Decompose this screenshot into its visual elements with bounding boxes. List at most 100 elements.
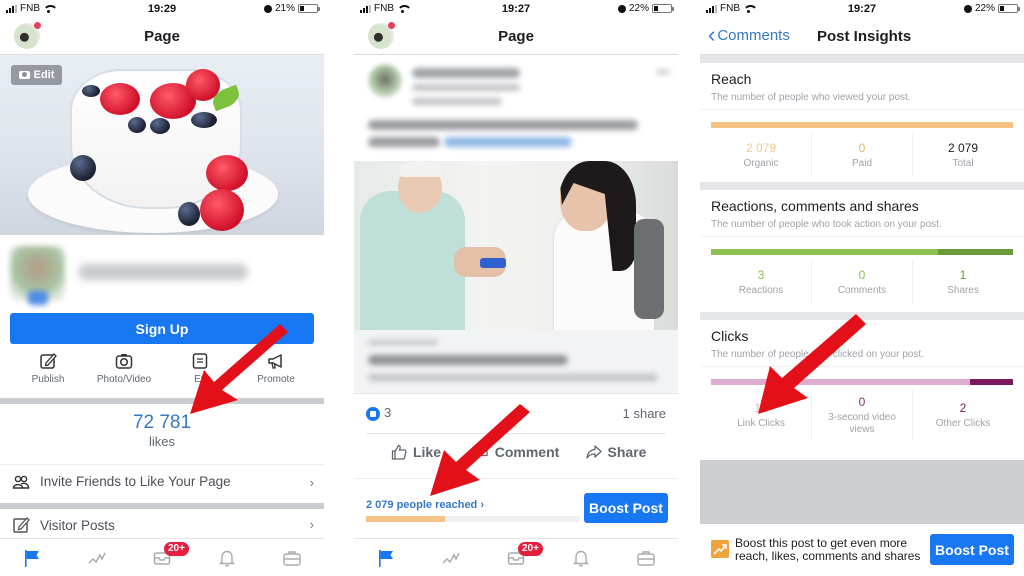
promote-button[interactable]: Promote: [238, 346, 314, 394]
link-domain-blurred: [368, 340, 438, 345]
stat-comments: 0 Comments: [812, 260, 913, 304]
trending-up-icon: [711, 540, 729, 558]
bar-segment: [969, 379, 1013, 385]
tab-page[interactable]: [0, 539, 65, 576]
back-button[interactable]: ‹ Comments: [708, 21, 790, 47]
tab-inbox[interactable]: 20+: [130, 539, 195, 576]
tab-insights[interactable]: [65, 539, 130, 576]
comment-button[interactable]: Comment: [466, 434, 566, 469]
insights-icon: [88, 552, 106, 564]
stat-label: Shares: [947, 285, 979, 296]
stat-value: 1: [959, 268, 967, 282]
nav-bar: Page: [0, 18, 324, 55]
stat-label: Reactions: [738, 285, 784, 296]
nav-bar: ‹ Comments Post Insights: [700, 18, 1024, 55]
page-name-blurred: [78, 264, 248, 280]
compose-icon: [40, 353, 57, 369]
divider: [700, 236, 1024, 237]
clicks-breakdown-bar: [711, 379, 1013, 385]
promote-label: Promote: [257, 374, 295, 385]
sign-up-button[interactable]: Sign Up: [10, 313, 314, 344]
stat-label: 3-second video views: [828, 412, 896, 435]
tab-notifications[interactable]: [194, 539, 259, 576]
section-divider: [0, 398, 324, 404]
section-subtitle: The number of people who took action on …: [711, 219, 942, 230]
divider: [700, 366, 1024, 367]
section-title: Clicks: [711, 328, 749, 344]
section-subtitle: The number of people who clicked on your…: [711, 349, 924, 360]
like-label: Like: [412, 443, 441, 460]
post-author-avatar[interactable]: [368, 64, 402, 98]
blueberry: [191, 112, 217, 128]
tab-tools[interactable]: [259, 539, 324, 576]
bar-segment: [711, 249, 938, 255]
profile-picture[interactable]: [10, 246, 65, 305]
megaphone-icon: [268, 354, 282, 369]
battery-percent: 21%: [274, 3, 295, 14]
alarm-icon: [617, 4, 626, 13]
boost-post-button[interactable]: Boost Post: [584, 493, 668, 523]
stat-shares: 1 Shares: [913, 260, 1013, 304]
invite-friends-label: Invite Friends to Like Your Page: [40, 474, 231, 489]
pill-box: [480, 258, 506, 268]
visitor-posts-label: Visitor Posts: [40, 517, 115, 533]
visitor-posts-row[interactable]: Visitor Posts ›: [0, 512, 324, 538]
raspberry: [200, 189, 244, 231]
alarm-icon: [263, 4, 272, 13]
battery-icon: [652, 4, 674, 13]
post-image[interactable]: [354, 161, 678, 330]
briefcase-icon: [636, 550, 655, 566]
cover-photo: Edit: [0, 55, 324, 235]
stat-reactions: 3 Reactions: [711, 260, 812, 304]
photo-video-label: Photo/Video: [96, 374, 152, 385]
reach-progress-bar: [366, 516, 580, 522]
nav-title: Post Insights: [817, 28, 912, 45]
reaction-summary[interactable]: 3: [366, 405, 391, 421]
event-button[interactable]: Ev: [162, 346, 238, 394]
photo-video-button[interactable]: Photo/Video: [86, 346, 162, 394]
stat-label: Other Clicks: [935, 418, 991, 429]
post-link-blurred[interactable]: [444, 137, 572, 147]
chair: [634, 219, 664, 319]
tab-inbox[interactable]: 20+: [484, 539, 549, 576]
invite-friends-row[interactable]: Invite Friends to Like Your Page ›: [0, 464, 324, 498]
reach-breakdown-bar: [711, 122, 1013, 128]
likes-summary[interactable]: 72 781 likes: [0, 412, 324, 454]
camera-icon: [115, 354, 133, 369]
flag-icon: [379, 549, 394, 567]
bar-segment: [937, 249, 1013, 255]
stat-paid: 0 Paid: [812, 133, 913, 177]
nav-title: Page: [144, 28, 180, 45]
stat-organic: 2 079 Organic: [711, 133, 812, 177]
tab-notifications[interactable]: [548, 539, 613, 576]
share-icon: [585, 444, 602, 459]
stat-label: Paid: [851, 158, 872, 169]
link-preview[interactable]: [354, 330, 678, 394]
share-button[interactable]: Share: [566, 434, 666, 469]
tab-tools[interactable]: [613, 539, 678, 576]
battery-icon: [298, 4, 320, 13]
engagement-breakdown-bar: [711, 249, 1013, 255]
publish-button[interactable]: Publish: [10, 346, 86, 394]
post-text-blurred: [368, 120, 638, 130]
boost-post-button[interactable]: Boost Post: [930, 534, 1014, 565]
engagement-counts: 3 1 share: [366, 400, 666, 426]
posted-by-blurred: [412, 84, 520, 91]
stat-value: 12: [754, 401, 768, 415]
publish-label: Publish: [31, 374, 65, 385]
section-title: Reach: [711, 71, 752, 87]
stat-label: Total: [952, 158, 974, 169]
share-count[interactable]: 1 share: [623, 406, 666, 421]
like-button[interactable]: Like: [366, 434, 466, 469]
stat-label: Organic: [743, 158, 779, 169]
stat-value: 3: [757, 268, 765, 282]
more-options-icon[interactable]: [656, 70, 670, 74]
chevron-left-icon: ‹: [708, 21, 716, 47]
chevron-right-icon: ›: [309, 475, 314, 490]
back-label: Comments: [717, 27, 790, 44]
tab-insights[interactable]: [419, 539, 484, 576]
people-reached-link[interactable]: 2 079 people reached ›: [366, 499, 484, 511]
alarm-icon: [963, 4, 972, 13]
edit-cover-button[interactable]: Edit: [11, 65, 62, 85]
tab-page[interactable]: [354, 539, 419, 576]
